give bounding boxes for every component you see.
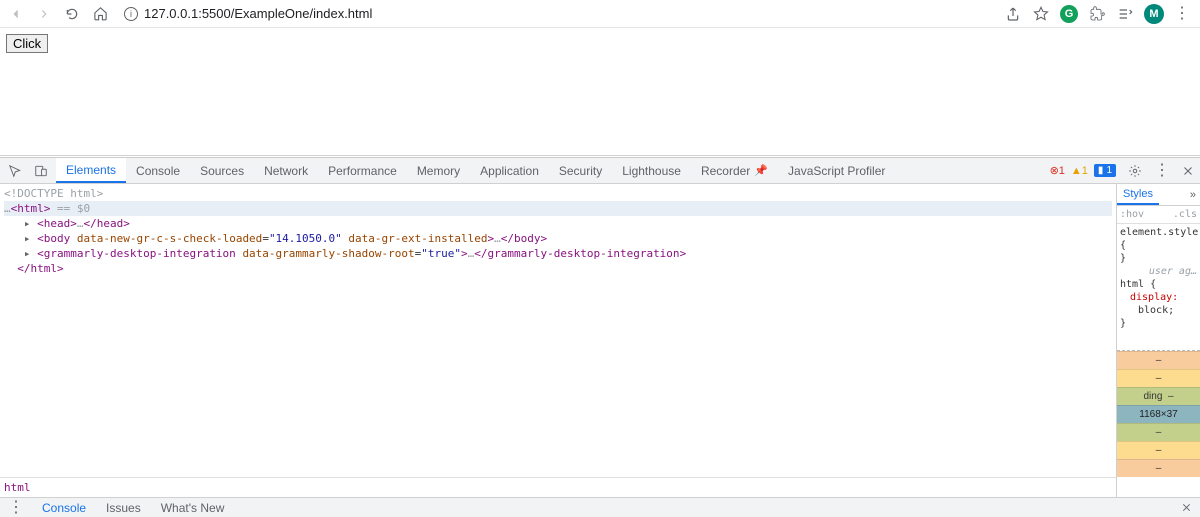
tab-styles[interactable]: Styles (1117, 184, 1159, 205)
dom-tree[interactable]: <!DOCTYPE html> …<html> == $0 ▸ <head>…<… (0, 184, 1116, 477)
tab-security[interactable]: Security (549, 158, 612, 183)
tab-lighthouse[interactable]: Lighthouse (612, 158, 691, 183)
inspect-element-icon[interactable] (6, 162, 24, 180)
dom-line[interactable]: ▸ <grammarly-desktop-integration data-gr… (4, 246, 1112, 261)
devtools-body: <!DOCTYPE html> …<html> == $0 ▸ <head>…<… (0, 184, 1200, 497)
devtools-close-icon[interactable] (1176, 158, 1200, 183)
extensions-icon[interactable] (1088, 5, 1106, 23)
chrome-menu-icon[interactable]: ⋮ (1174, 6, 1190, 22)
cls-toggle[interactable]: .cls (1173, 209, 1197, 220)
tab-performance[interactable]: Performance (318, 158, 407, 183)
drawer-tab-console[interactable]: Console (32, 501, 96, 515)
box-content: 1168×37 (1117, 405, 1200, 423)
preview-pin-icon: 📌 (754, 164, 768, 177)
box-padding-bottom: – (1117, 423, 1200, 441)
address-bar[interactable]: i 127.0.0.1:5500/ExampleOne/index.html (118, 2, 996, 26)
box-border-bottom: – (1117, 441, 1200, 459)
styles-filter-row[interactable]: :hov .cls (1117, 206, 1200, 224)
drawer-close-icon[interactable] (1181, 502, 1192, 513)
devtools: Elements Console Sources Network Perform… (0, 157, 1200, 517)
dom-line[interactable]: </html> (4, 261, 1112, 276)
box-padding: ding – (1117, 387, 1200, 405)
dom-line-selected[interactable]: …<html> == $0 (4, 201, 1112, 216)
bookmark-star-icon[interactable] (1032, 5, 1050, 23)
styles-rules[interactable]: element.style { } user ag… html { displa… (1117, 224, 1200, 332)
forward-button[interactable] (34, 4, 54, 24)
warning-count[interactable]: ▲1 (1071, 165, 1088, 177)
hov-toggle[interactable]: :hov (1120, 209, 1144, 220)
dom-line[interactable]: ▸ <body data-new-gr-c-s-check-loaded="14… (4, 231, 1112, 246)
browser-toolbar: i 127.0.0.1:5500/ExampleOne/index.html G… (0, 0, 1200, 28)
tab-sources[interactable]: Sources (190, 158, 254, 183)
devtools-more-icon[interactable]: ⋮ (1148, 158, 1176, 183)
tab-elements[interactable]: Elements (56, 158, 126, 183)
device-toggle-icon[interactable] (32, 162, 50, 180)
tab-application[interactable]: Application (470, 158, 549, 183)
toolbar-right: G M ⋮ (1004, 4, 1194, 24)
devtools-settings-icon[interactable] (1122, 158, 1148, 183)
click-button[interactable]: Click (6, 34, 48, 53)
devtools-drawer: ⋮ Console Issues What's New (0, 497, 1200, 517)
page-viewport: Click (0, 28, 1200, 156)
drawer-menu-icon[interactable]: ⋮ (0, 500, 32, 516)
back-button[interactable] (6, 4, 26, 24)
elements-panel: <!DOCTYPE html> …<html> == $0 ▸ <head>…<… (0, 184, 1116, 497)
tab-network[interactable]: Network (254, 158, 318, 183)
tab-memory[interactable]: Memory (407, 158, 470, 183)
styles-tabstrip: Styles » (1117, 184, 1200, 206)
tab-recorder[interactable]: Recorder📌 (691, 158, 778, 183)
tab-jsprofiler[interactable]: JavaScript Profiler (778, 158, 895, 183)
profile-avatar[interactable]: M (1144, 4, 1164, 24)
url-text: 127.0.0.1:5500/ExampleOne/index.html (144, 6, 372, 21)
devtools-tabstrip: Elements Console Sources Network Perform… (0, 158, 1200, 184)
grammarly-extension-icon[interactable]: G (1060, 5, 1078, 23)
box-margin: – (1117, 351, 1200, 369)
breadcrumb[interactable]: html (0, 477, 1116, 497)
box-model: – – ding – 1168×37 – – – (1117, 350, 1200, 497)
styles-more-icon[interactable]: » (1190, 189, 1196, 201)
drawer-tab-issues[interactable]: Issues (96, 501, 151, 515)
share-icon[interactable] (1004, 5, 1022, 23)
home-button[interactable] (90, 4, 110, 24)
box-margin-bottom: – (1117, 459, 1200, 477)
issues-count[interactable]: ▮1 (1094, 164, 1116, 177)
tab-console[interactable]: Console (126, 158, 190, 183)
reload-button[interactable] (62, 4, 82, 24)
dom-line[interactable]: <!DOCTYPE html> (4, 186, 1112, 201)
site-info-icon[interactable]: i (124, 7, 138, 21)
reading-list-icon[interactable] (1116, 5, 1134, 23)
styles-panel: Styles » :hov .cls element.style { } use… (1116, 184, 1200, 497)
dom-line[interactable]: ▸ <head>…</head> (4, 216, 1112, 231)
box-border: – (1117, 369, 1200, 387)
error-count[interactable]: ⊗1 (1050, 164, 1065, 177)
devtools-status: ⊗1 ▲1 ▮1 (1044, 158, 1122, 183)
drawer-tab-whatsnew[interactable]: What's New (151, 501, 235, 515)
